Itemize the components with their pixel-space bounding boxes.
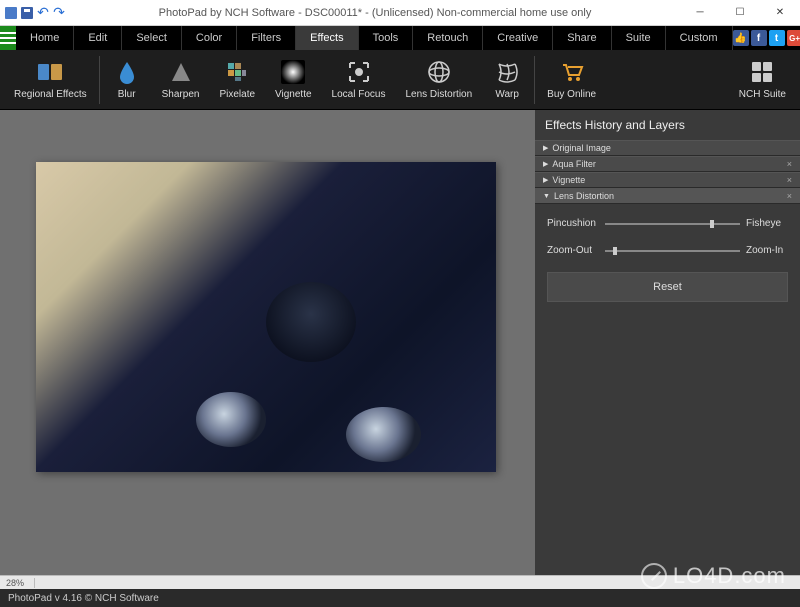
close-icon[interactable]: × [787,191,792,201]
tool-label: Lens Distortion [405,89,472,100]
canvas-area[interactable] [0,110,535,575]
facebook-icon[interactable]: f [751,30,767,46]
lens-distortion-button[interactable]: Lens Distortion [395,55,482,104]
menu-color[interactable]: Color [182,26,237,50]
effects-panel: Effects History and Layers ▶Original Ima… [535,110,800,575]
menu-filters[interactable]: Filters [237,26,296,50]
layer-original-image[interactable]: ▶Original Image [535,140,800,156]
effects-toolbar: Regional Effects Blur Sharpen Pixelate V… [0,50,800,110]
save-icon[interactable] [20,6,34,20]
statusbar-upper: 28% [0,575,800,589]
window-controls: ─ ☐ ✕ [680,0,800,26]
cart-icon [559,59,585,85]
pixelate-button[interactable]: Pixelate [209,55,265,104]
blur-button[interactable]: Blur [102,55,152,104]
tool-label: NCH Suite [739,89,786,100]
twitter-icon[interactable]: t [769,30,785,46]
sharpen-icon [168,59,194,85]
buy-online-button[interactable]: Buy Online [537,55,606,104]
vignette-button[interactable]: Vignette [265,55,322,104]
close-icon[interactable]: × [787,175,792,185]
zoom-slider-row: Zoom-Out Zoom-In [547,245,788,256]
layer-vignette[interactable]: ▶Vignette× [535,172,800,188]
version-text: PhotoPad v 4.16 © NCH Software [8,593,159,604]
quick-access-toolbar: ↶ ↷ [0,6,70,20]
layer-aqua-filter[interactable]: ▶Aqua Filter× [535,156,800,172]
menu-tools[interactable]: Tools [359,26,414,50]
menu-custom[interactable]: Custom [666,26,733,50]
tool-label: Sharpen [162,89,200,100]
like-icon[interactable]: 👍 [733,30,749,46]
statusbar-lower: PhotoPad v 4.16 © NCH Software [0,589,800,607]
menu-edit[interactable]: Edit [74,26,122,50]
canvas-image[interactable] [36,162,496,472]
panel-controls: Pincushion Fisheye Zoom-Out Zoom-In Rese… [535,204,800,316]
nch-suite-button[interactable]: NCH Suite [729,55,796,104]
menu-share[interactable]: Share [553,26,611,50]
zoom-slider[interactable] [605,250,740,252]
blur-icon [114,59,140,85]
minimize-button[interactable]: ─ [680,0,720,26]
tool-label: Vignette [275,89,312,100]
tool-label: Regional Effects [14,89,87,100]
app-menu-button[interactable] [0,26,16,50]
slider-label-right: Zoom-In [746,245,788,256]
undo-icon[interactable]: ↶ [36,6,50,20]
reset-button[interactable]: Reset [547,272,788,302]
vignette-icon [280,59,306,85]
local-focus-icon [346,59,372,85]
zoom-level: 28% [6,578,24,588]
window-title: PhotoPad by NCH Software - DSC00011* - (… [70,7,680,19]
menu-home[interactable]: Home [16,26,74,50]
menu-suite[interactable]: Suite [612,26,666,50]
distortion-slider-row: Pincushion Fisheye [547,218,788,229]
local-focus-button[interactable]: Local Focus [322,55,396,104]
regional-effects-button[interactable]: Regional Effects [4,55,97,104]
tool-label: Blur [118,89,136,100]
main-area: Effects History and Layers ▶Original Ima… [0,110,800,575]
tool-label: Buy Online [547,89,596,100]
distortion-slider[interactable] [605,223,740,225]
close-icon[interactable]: × [787,159,792,169]
tool-label: Pixelate [219,89,255,100]
menu-retouch[interactable]: Retouch [413,26,483,50]
tool-label: Warp [495,89,519,100]
slider-label-left: Zoom-Out [547,245,599,256]
panel-title: Effects History and Layers [535,110,800,140]
sharpen-button[interactable]: Sharpen [152,55,210,104]
close-button[interactable]: ✕ [760,0,800,26]
nch-suite-icon [749,59,775,85]
social-icons: 👍 f t G+ in ? [733,26,800,50]
menubar: Home Edit Select Color Filters Effects T… [0,26,800,50]
lens-distortion-icon [426,59,452,85]
layer-lens-distortion[interactable]: ▼Lens Distortion× [535,188,800,204]
warp-button[interactable]: Warp [482,55,532,104]
menu-effects[interactable]: Effects [296,26,358,50]
slider-label-right: Fisheye [746,218,788,229]
menu-creative[interactable]: Creative [483,26,553,50]
slider-label-left: Pincushion [547,218,599,229]
regional-effects-icon [37,59,63,85]
tool-label: Local Focus [332,89,386,100]
maximize-button[interactable]: ☐ [720,0,760,26]
redo-icon[interactable]: ↷ [52,6,66,20]
menu-select[interactable]: Select [122,26,182,50]
app-icon [4,6,18,20]
googleplus-icon[interactable]: G+ [787,30,800,46]
window-titlebar: ↶ ↷ PhotoPad by NCH Software - DSC00011*… [0,0,800,26]
pixelate-icon [224,59,250,85]
warp-icon [494,59,520,85]
